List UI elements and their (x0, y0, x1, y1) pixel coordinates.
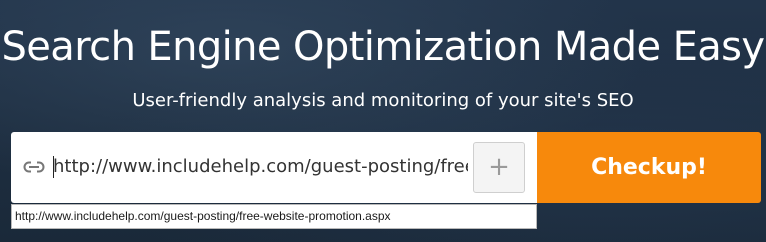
url-input-container[interactable]: http://www.includehelp.com/guest-posting… (11, 132, 537, 203)
add-url-button[interactable]: + (473, 142, 525, 193)
page-subtitle: User-friendly analysis and monitoring of… (132, 90, 634, 111)
autocomplete-suggestion[interactable]: http://www.includehelp.com/guest-posting… (11, 204, 537, 229)
page-title: Search Engine Optimization Made Easy (1, 24, 766, 70)
text-caret (53, 156, 54, 178)
link-icon (23, 158, 45, 176)
checkup-button[interactable]: Checkup! (537, 132, 761, 203)
url-input[interactable]: http://www.includehelp.com/guest-posting… (53, 152, 468, 182)
